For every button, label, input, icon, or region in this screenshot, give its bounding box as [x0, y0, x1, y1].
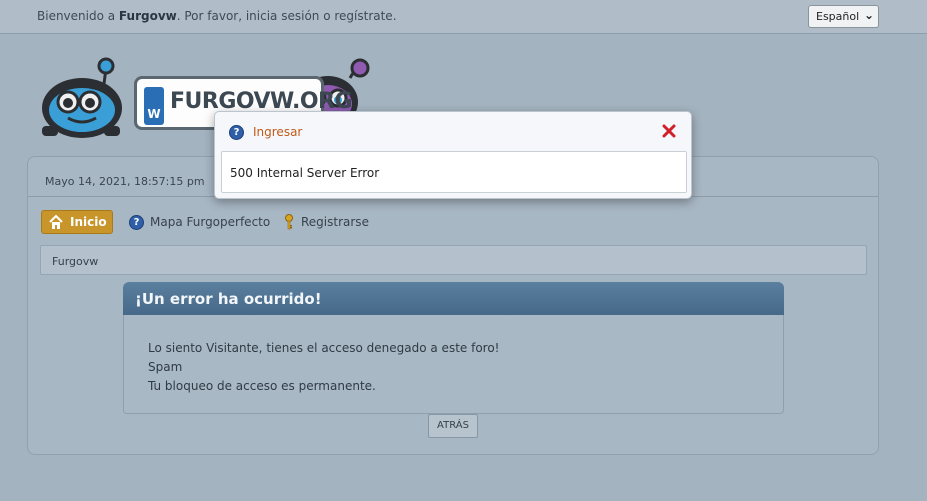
language-select-value: Español [816, 10, 860, 23]
help-icon: ? [229, 124, 244, 140]
logo-badge: W [144, 87, 164, 125]
error-body: Lo siento Visitante, tienes el acceso de… [123, 315, 784, 414]
main-nav: Inicio ? Mapa Furgoperfecto Registrarse [41, 210, 641, 234]
chevron-down-icon: ⌄ [863, 8, 874, 22]
welcome-site-name: Furgovw [118, 9, 177, 23]
error-line: Lo siento Visitante, tienes el acceso de… [148, 341, 500, 355]
nav-item-label: Registrarse [301, 215, 369, 229]
welcome-suffix: . Por favor, inicia sesión o regístrate. [176, 9, 397, 23]
nav-item-label: Mapa Furgoperfecto [150, 215, 271, 229]
top-bar: Bienvenido a Furgovw. Por favor, inicia … [0, 0, 927, 34]
login-modal: ? Ingresar 500 Internal Server Error [214, 111, 692, 199]
help-icon: ? [129, 214, 144, 230]
breadcrumb: Furgovw [40, 245, 867, 275]
modal-message: 500 Internal Server Error [221, 151, 687, 193]
close-icon[interactable] [661, 123, 677, 139]
back-button[interactable]: ATRÁS [428, 414, 478, 438]
key-icon [283, 214, 295, 230]
home-icon [48, 214, 64, 230]
welcome-prefix: Bienvenido a [37, 9, 119, 23]
nav-item-registrarse[interactable]: Registrarse [281, 210, 369, 234]
breadcrumb-link[interactable]: Furgovw [52, 255, 98, 268]
error-line: Spam [148, 360, 183, 374]
error-title: ¡Un error ha ocurrido! [123, 282, 784, 315]
current-date: Mayo 14, 2021, 18:57:15 pm [45, 175, 205, 188]
modal-title: ? Ingresar [229, 124, 302, 140]
error-box: ¡Un error ha ocurrido! Lo siento Visitan… [123, 282, 784, 414]
welcome-message: Bienvenido a Furgovw. Por favor, inicia … [37, 9, 397, 23]
main-panel: Mayo 14, 2021, 18:57:15 pm Inicio ? Mapa… [27, 156, 879, 455]
nav-item-label: Inicio [70, 215, 107, 229]
nav-item-mapa[interactable]: ? Mapa Furgoperfecto [127, 210, 270, 234]
nav-item-inicio[interactable]: Inicio [41, 210, 113, 234]
language-select[interactable]: Español ⌄ [808, 5, 879, 28]
error-line: Tu bloqueo de acceso es permanente. [148, 379, 376, 393]
modal-title-text: Ingresar [253, 125, 303, 139]
